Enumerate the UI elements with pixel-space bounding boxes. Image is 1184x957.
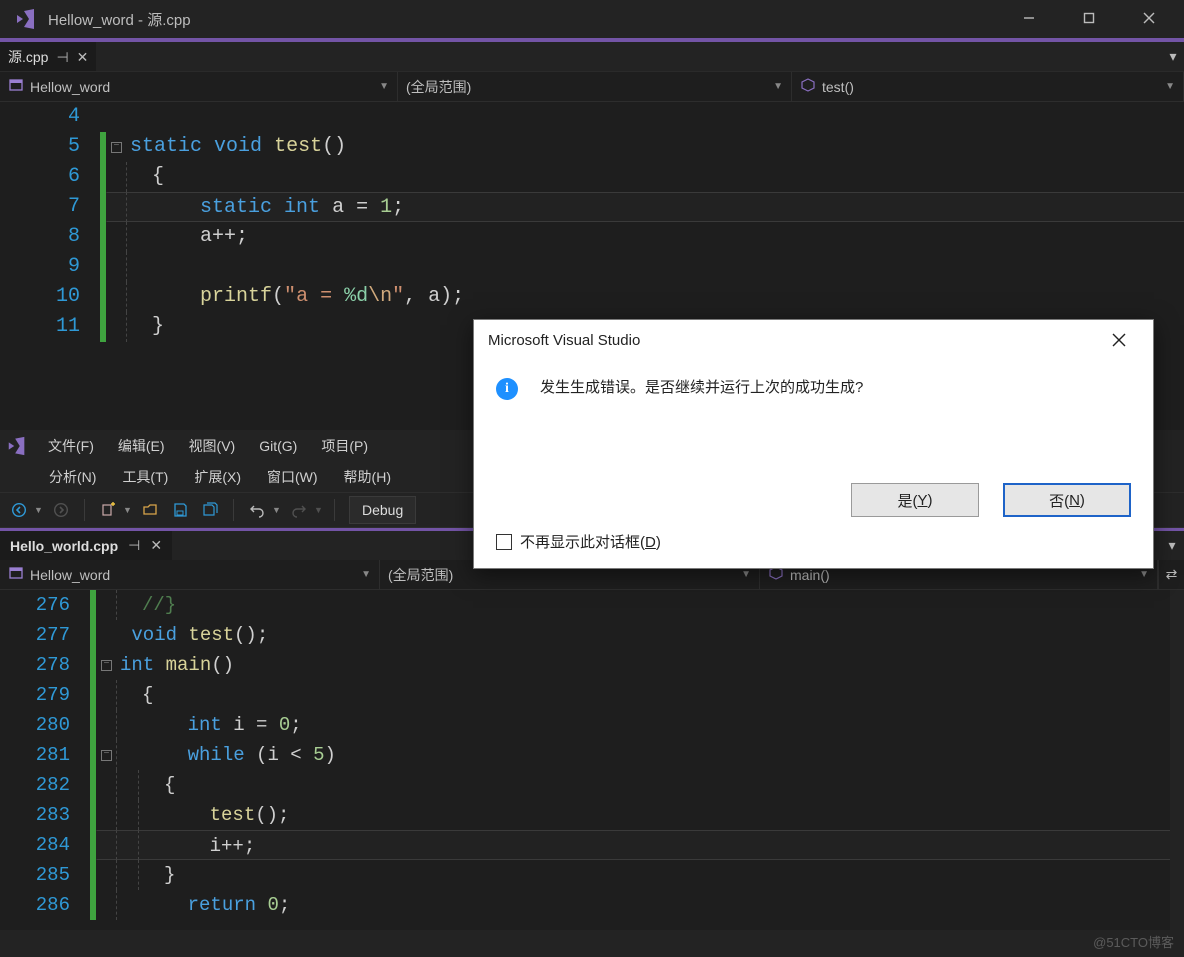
chevron-down-icon: ▼ [741, 569, 751, 580]
project-icon [8, 77, 24, 96]
chevron-down-icon[interactable]: ▼ [123, 505, 133, 515]
menu-file[interactable]: 文件(F) [36, 432, 106, 460]
build-error-dialog: Microsoft Visual Studio i 发生生成错误。是否继续并运行… [473, 319, 1154, 569]
document-tabs: 源.cpp ⊣ ✕ ▾ [0, 42, 1184, 72]
info-icon: i [496, 378, 518, 400]
member-combo-label: test() [822, 79, 1159, 95]
scope-combo[interactable]: (全局范围) ▼ [398, 72, 792, 101]
no-button[interactable]: 否(N) [1003, 483, 1131, 517]
menu-window[interactable]: 窗口(W) [254, 463, 331, 491]
save-all-button[interactable] [197, 497, 223, 523]
configuration-combo[interactable]: Debug [349, 496, 416, 524]
window-title: Hellow_word - 源.cpp [48, 9, 191, 30]
menu-analyze[interactable]: 分析(N) [36, 463, 109, 491]
line-number: 5 [0, 132, 100, 162]
watermark: @51CTO博客 [1093, 932, 1174, 951]
method-icon [800, 77, 816, 96]
chevron-down-icon[interactable]: ▼ [314, 505, 324, 515]
titlebar[interactable]: Hellow_word - 源.cpp [0, 0, 1184, 38]
document-tab-active[interactable]: Hello_world.cpp ⊣ ✕ [0, 531, 172, 560]
dialog-message: 发生生成错误。是否继续并运行上次的成功生成? [540, 376, 863, 475]
project-combo-label: Hellow_word [30, 79, 373, 95]
redo-button[interactable] [286, 497, 312, 523]
line-number: 9 [0, 252, 100, 282]
new-item-button[interactable] [95, 497, 121, 523]
tab-overflow-icon[interactable]: ▾ [1162, 42, 1184, 71]
tab-close-icon[interactable]: ✕ [77, 49, 89, 66]
project-combo[interactable]: Hellow_word ▼ [0, 560, 380, 589]
line-number: 285 [0, 860, 90, 890]
line-number: 281 [0, 740, 90, 770]
line-number: 286 [0, 890, 90, 920]
swap-icon[interactable]: ⇄ [1158, 560, 1184, 589]
line-number: 284 [0, 830, 90, 860]
line-number: 282 [0, 770, 90, 800]
menu-help[interactable]: 帮助(H) [331, 463, 404, 491]
chevron-down-icon: ▼ [361, 569, 371, 580]
save-button[interactable] [167, 497, 193, 523]
tab-label: Hello_world.cpp [10, 538, 118, 554]
vertical-scrollbar[interactable] [1170, 590, 1184, 930]
menu-view[interactable]: 视图(V) [177, 432, 248, 460]
tab-label: 源.cpp [8, 47, 48, 67]
line-number: 6 [0, 162, 100, 192]
window-controls [1012, 11, 1176, 27]
vs-logo-icon [14, 7, 38, 31]
minimize-button[interactable] [1012, 11, 1046, 27]
fold-toggle-icon[interactable]: − [101, 750, 112, 761]
project-combo-label: Hellow_word [30, 567, 355, 583]
dont-show-again-label[interactable]: 不再显示此对话框(D) [520, 531, 661, 552]
undo-button[interactable] [244, 497, 270, 523]
nav-forward-button[interactable] [48, 497, 74, 523]
scope-combo-label: (全局范围) [406, 77, 767, 97]
line-number: 11 [0, 312, 100, 342]
menu-project[interactable]: 项目(P) [309, 432, 380, 460]
project-icon [8, 565, 24, 584]
project-combo[interactable]: Hellow_word ▼ [0, 72, 398, 101]
fold-toggle-icon[interactable]: − [101, 660, 112, 671]
pin-icon[interactable]: ⊣ [128, 537, 140, 554]
line-number: 280 [0, 710, 90, 740]
code-editor-2[interactable]: 276 //} 277 void test(); 278 − int main(… [0, 590, 1184, 930]
line-number: 7 [0, 192, 100, 222]
line-number: 4 [0, 102, 100, 132]
dialog-titlebar[interactable]: Microsoft Visual Studio [474, 320, 1153, 360]
member-combo[interactable]: test() ▼ [792, 72, 1184, 101]
chevron-down-icon: ▼ [773, 81, 783, 92]
menu-git[interactable]: Git(G) [247, 434, 309, 458]
menu-edit[interactable]: 编辑(E) [106, 432, 177, 460]
vs-logo-icon [6, 435, 28, 457]
line-number: 277 [0, 620, 90, 650]
tab-close-icon[interactable]: ✕ [150, 537, 162, 554]
menu-tools[interactable]: 工具(T) [109, 463, 181, 491]
line-number: 8 [0, 222, 100, 252]
dialog-close-button[interactable] [1099, 325, 1139, 355]
pin-icon[interactable]: ⊣ [56, 49, 68, 66]
dont-show-again-checkbox[interactable] [496, 534, 512, 550]
menu-extensions[interactable]: 扩展(X) [181, 463, 254, 491]
maximize-button[interactable] [1072, 11, 1106, 27]
nav-back-button[interactable] [6, 497, 32, 523]
open-file-button[interactable] [137, 497, 163, 523]
line-number: 283 [0, 800, 90, 830]
chevron-down-icon: ▼ [1165, 81, 1175, 92]
chevron-down-icon: ▼ [379, 81, 389, 92]
fold-toggle-icon[interactable]: − [111, 142, 122, 153]
navigation-bar: Hellow_word ▼ (全局范围) ▼ test() ▼ [0, 72, 1184, 102]
chevron-down-icon: ▼ [1139, 569, 1149, 580]
line-number: 278 [0, 650, 90, 680]
document-tab-active[interactable]: 源.cpp ⊣ ✕ [0, 42, 96, 71]
yes-button[interactable]: 是(Y) [851, 483, 979, 517]
line-number: 279 [0, 680, 90, 710]
line-number: 276 [0, 590, 90, 620]
chevron-down-icon[interactable]: ▼ [272, 505, 282, 515]
line-number: 10 [0, 282, 100, 312]
close-button[interactable] [1132, 11, 1166, 27]
chevron-down-icon[interactable]: ▼ [34, 505, 44, 515]
dialog-title-text: Microsoft Visual Studio [488, 332, 640, 349]
tab-overflow-icon[interactable]: ▾ [1160, 531, 1184, 560]
